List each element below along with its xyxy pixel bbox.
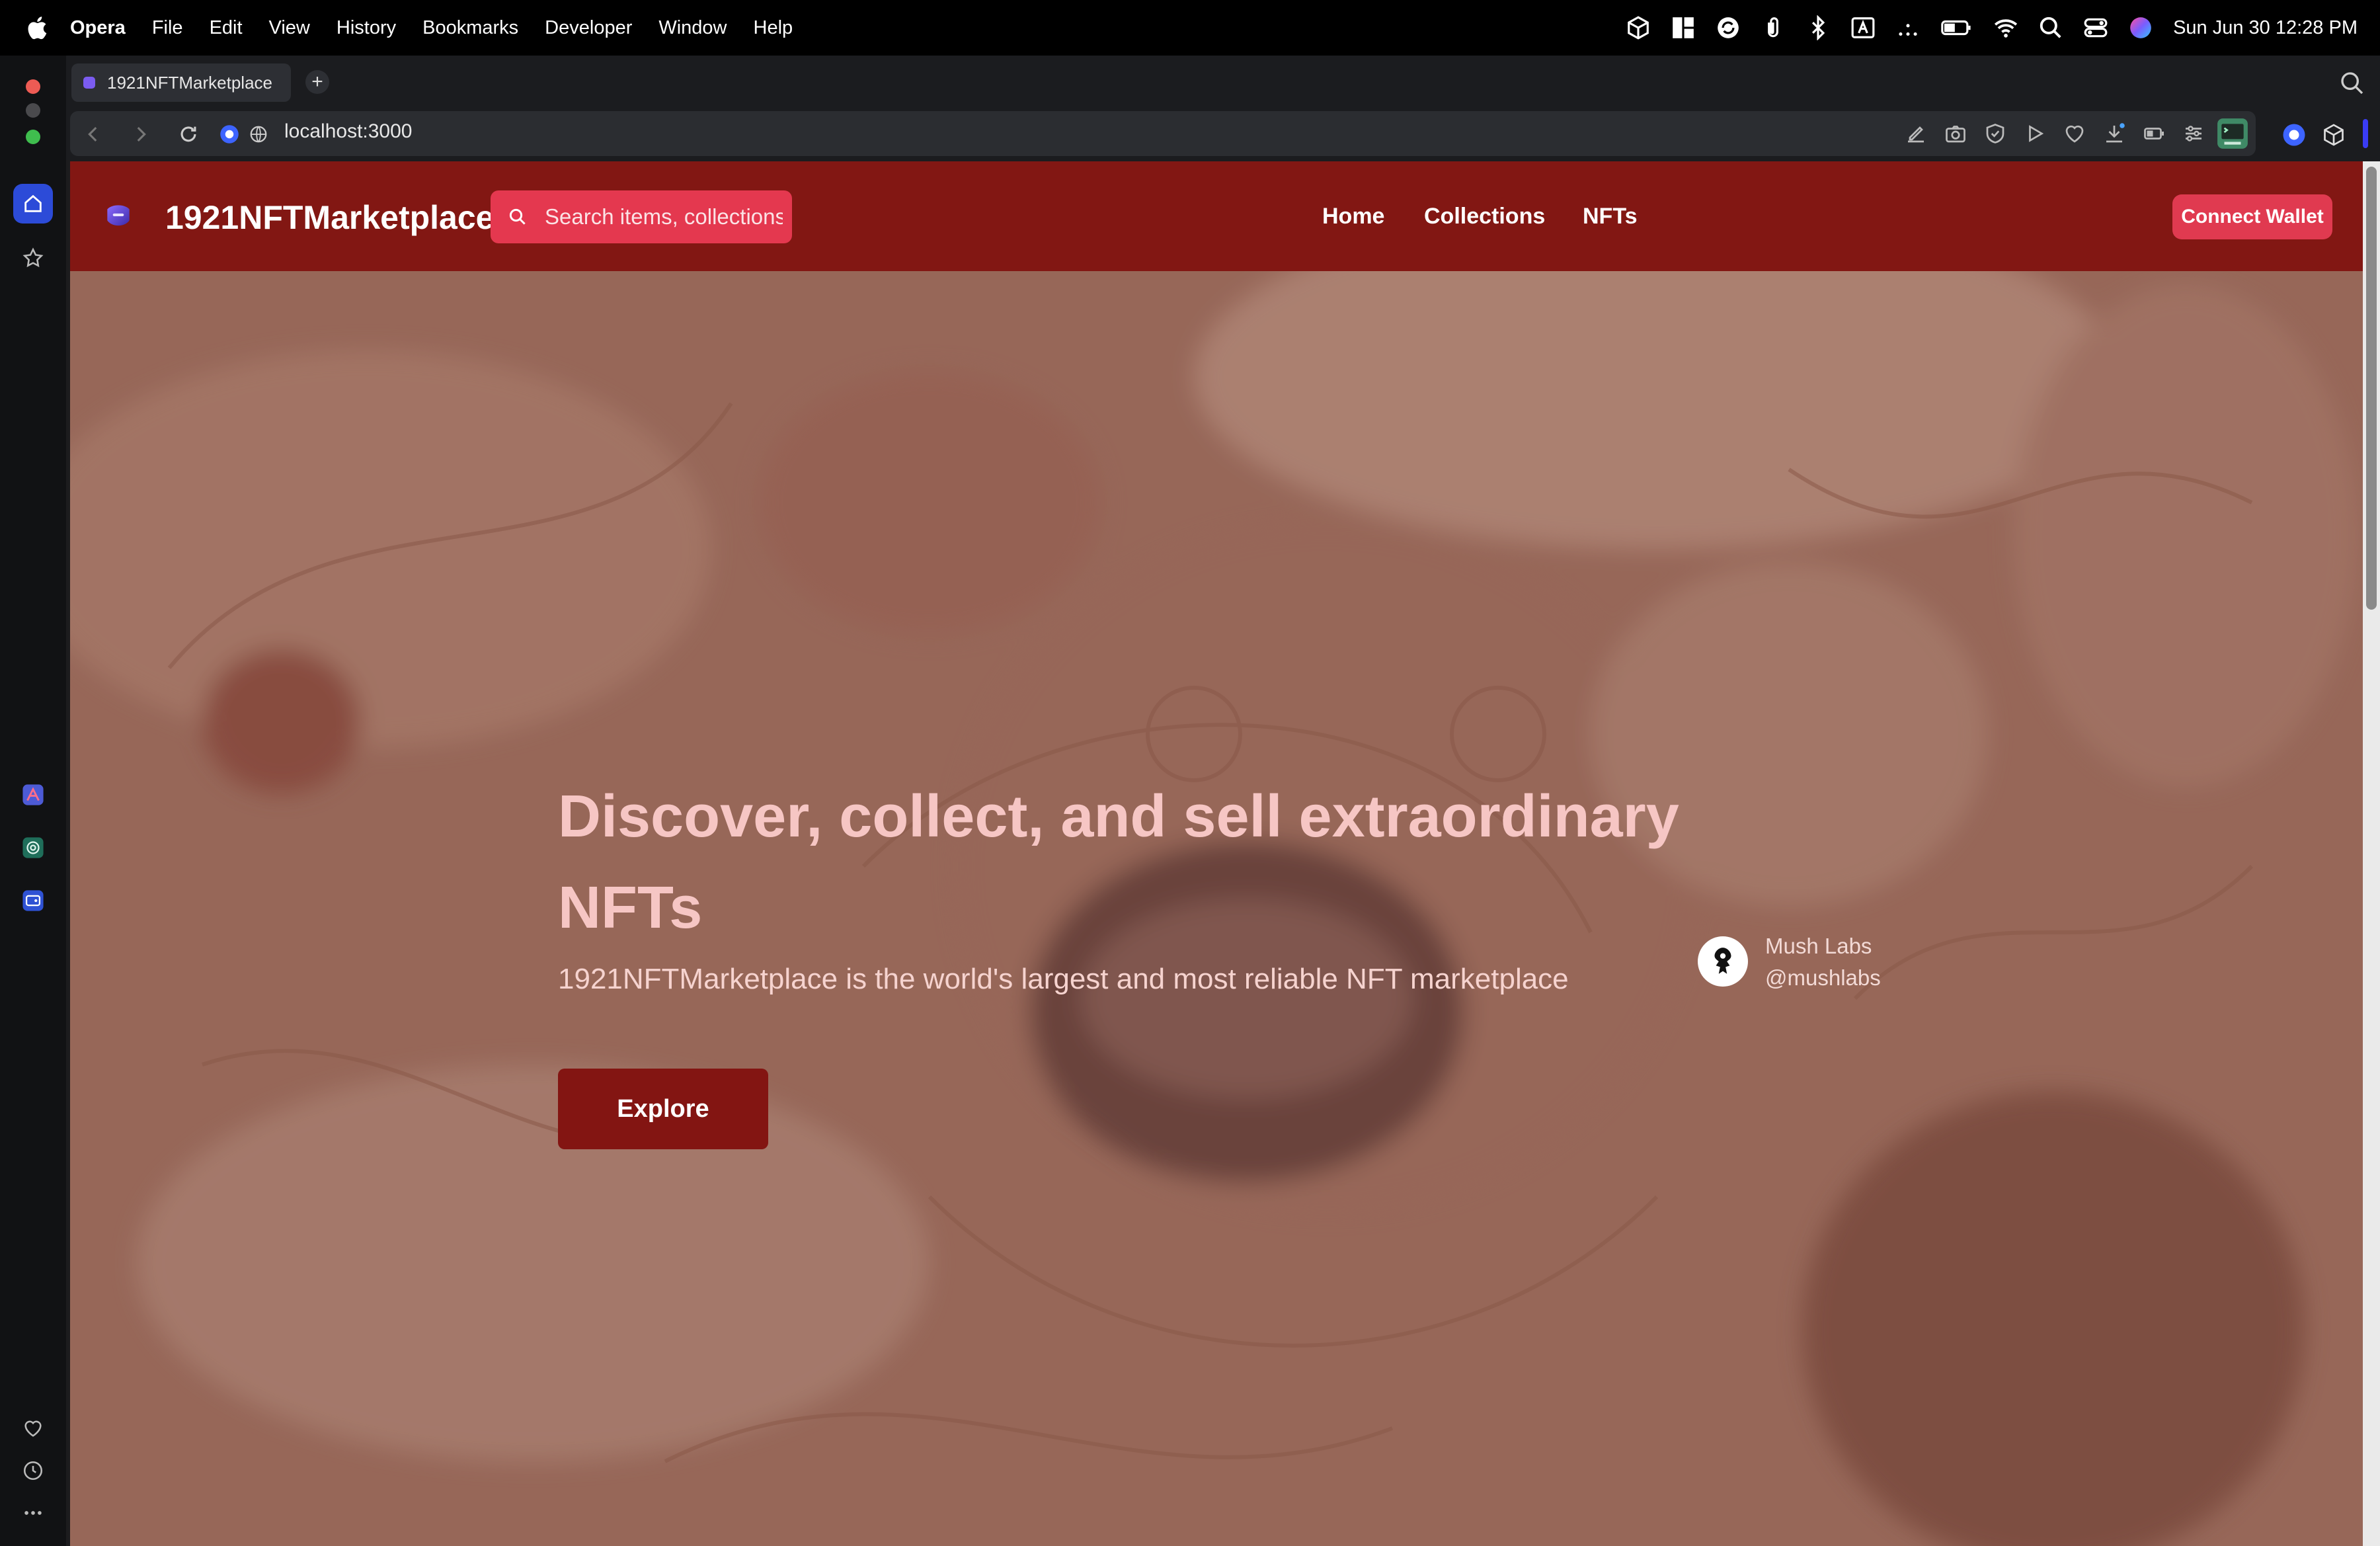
menu-edit[interactable]: Edit	[210, 17, 243, 39]
vpn-badge-icon[interactable]	[219, 124, 239, 144]
sidebar-aria-button[interactable]	[13, 775, 53, 815]
downloads-icon[interactable]	[2102, 122, 2126, 145]
easy-setup-icon[interactable]	[2182, 122, 2205, 145]
menu-file[interactable]: File	[152, 17, 183, 39]
page-scrollbar[interactable]	[2363, 161, 2380, 1546]
scrollbar-thumb[interactable]	[2366, 167, 2377, 610]
search-input[interactable]	[543, 204, 784, 230]
keyboard-a-icon[interactable]	[1850, 15, 1876, 40]
vpn-status-icon[interactable]	[2282, 123, 2306, 147]
creator-avatar[interactable]	[1698, 936, 1748, 987]
menu-window[interactable]: Window	[658, 17, 727, 39]
control-center-icon[interactable]	[2083, 15, 2108, 40]
extension-terminal-icon[interactable]	[2216, 117, 2249, 150]
search-icon	[509, 208, 526, 225]
explore-button[interactable]: Explore	[558, 1069, 768, 1149]
battery-saver-icon[interactable]	[2142, 122, 2166, 145]
menu-developer[interactable]: Developer	[545, 17, 632, 39]
battery-icon[interactable]	[1940, 15, 1973, 40]
profile-accent-strip	[2363, 119, 2368, 148]
wallet-app-icon	[22, 890, 44, 911]
url-text[interactable]: localhost:3000	[284, 120, 412, 143]
window-zoom-button[interactable]	[26, 130, 40, 144]
siri-icon[interactable]	[2128, 15, 2153, 40]
heart-icon	[24, 1420, 42, 1437]
reload-icon[interactable]	[177, 123, 200, 145]
sidebar-history-button[interactable]	[13, 1451, 53, 1490]
new-tab-button[interactable]: +	[305, 70, 329, 94]
hero-title: Discover, collect, and sell extraordinar…	[558, 784, 1679, 941]
menu-bar-status-area: Sun Jun 30 12:28 PM	[1626, 0, 2358, 56]
nav-link-nfts[interactable]: NFTs	[1583, 204, 1637, 229]
tab-title: 1921NFTMarketplace	[107, 72, 272, 93]
spotlight-search-icon[interactable]	[2038, 15, 2063, 40]
opera-sidebar	[0, 56, 66, 1546]
paperclip-icon[interactable]	[1761, 15, 1786, 40]
sidebar-wallet-button[interactable]	[13, 881, 53, 920]
tab-search-icon[interactable]	[2339, 70, 2365, 97]
more-icon	[24, 1511, 42, 1515]
window-close-button[interactable]	[26, 79, 40, 94]
hero-section: Discover, collect, and sell extraordinar…	[70, 271, 2363, 1546]
mush-labs-logo-icon	[1714, 948, 1731, 974]
sidebar-chatgpt-button[interactable]	[13, 828, 53, 868]
brand-name[interactable]: 1921NFTMarketplace	[165, 198, 494, 237]
sidebar-more-button[interactable]	[13, 1493, 53, 1533]
tab-1921nftmarketplace[interactable]: 1921NFTMarketplace	[71, 63, 291, 102]
site-navbar: 1921NFTMarketplace Home Collections NFTs…	[70, 161, 2363, 271]
browser-toolbar: localhost:3000	[66, 110, 2380, 160]
creator-handle[interactable]: @mushlabs	[1765, 965, 1881, 991]
menu-app-opera[interactable]: Opera	[70, 17, 126, 39]
box-icon[interactable]	[1626, 15, 1651, 40]
nav-link-collections[interactable]: Collections	[1424, 204, 1545, 229]
bluetooth-icon[interactable]	[1805, 15, 1831, 40]
menu-bar-clock[interactable]: Sun Jun 30 12:28 PM	[2173, 17, 2358, 39]
site-search-box[interactable]	[491, 190, 792, 243]
star-icon	[22, 247, 44, 268]
snapshot-camera-icon[interactable]	[1944, 122, 1967, 145]
window-minimize-button[interactable]	[26, 103, 40, 118]
menu-view[interactable]: View	[269, 17, 310, 39]
edit-page-icon[interactable]	[1904, 122, 1928, 145]
back-icon[interactable]	[82, 123, 104, 145]
sync-icon[interactable]	[1716, 15, 1741, 40]
brand-logo-icon[interactable]	[102, 200, 135, 233]
menu-history[interactable]: History	[337, 17, 396, 39]
tab-favicon-icon	[83, 77, 95, 89]
wifi-icon[interactable]	[1993, 15, 2018, 40]
forward-icon[interactable]	[130, 123, 152, 145]
nav-link-home[interactable]: Home	[1322, 204, 1384, 229]
home-icon	[24, 194, 42, 212]
connect-wallet-button[interactable]: Connect Wallet	[2172, 194, 2332, 239]
macos-menu-bar: Opera File Edit View History Bookmarks D…	[0, 0, 2380, 56]
sidebar-bookmarks-button[interactable]	[13, 1408, 53, 1448]
adblock-shield-icon[interactable]	[1983, 122, 2007, 145]
apple-logo-icon[interactable]	[25, 15, 48, 41]
bookmark-heart-icon[interactable]	[2063, 122, 2086, 145]
site-info-globe-icon[interactable]	[249, 124, 268, 144]
player-play-icon[interactable]	[2023, 122, 2047, 145]
creator-name[interactable]: Mush Labs	[1765, 934, 1872, 959]
sidebar-speed-dial-button[interactable]	[13, 238, 53, 278]
sidebar-home-button[interactable]	[13, 184, 53, 224]
page-viewport: 1921NFTMarketplace Home Collections NFTs…	[70, 161, 2363, 1546]
menu-help[interactable]: Help	[754, 17, 793, 39]
chatgpt-app-icon	[22, 837, 44, 858]
aria-app-icon	[22, 784, 44, 805]
hero-subtitle: 1921NFTMarketplace is the world's larges…	[558, 963, 1569, 995]
history-icon	[23, 1461, 43, 1481]
address-bar[interactable]: localhost:3000	[70, 111, 2256, 156]
dots-icon[interactable]	[1895, 15, 1921, 40]
menu-bookmarks[interactable]: Bookmarks	[422, 17, 518, 39]
extensions-cube-icon[interactable]	[2322, 123, 2346, 147]
grid-icon[interactable]	[1671, 15, 1696, 40]
tab-strip: 1921NFTMarketplace +	[66, 56, 2380, 110]
